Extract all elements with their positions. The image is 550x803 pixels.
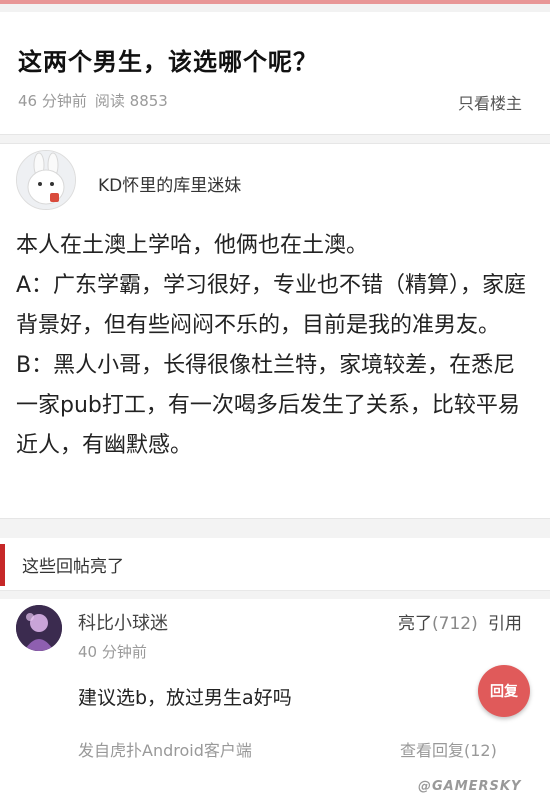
section-title: 这些回帖亮了 [22, 557, 124, 577]
view-replies-link[interactable]: 查看回复(12) [400, 737, 497, 761]
post-meta: 46 分钟前 阅读 8853 [18, 90, 168, 111]
bunny-avatar-icon[interactable] [16, 150, 76, 210]
post-paragraph: A：广东学霸，学习很好，专业也不错（精算），家庭背景好，但有些闷闷不乐的，目前是… [16, 273, 527, 338]
light-up-count: (712) [432, 614, 478, 634]
reply-source: 发自虎扑Android客户端 [78, 741, 252, 760]
section-accent-bar [0, 544, 5, 586]
only-op-button[interactable]: 只看楼主 [458, 90, 522, 114]
divider [0, 591, 550, 599]
post-paragraph: B：黑人小哥，长得很像杜兰特，家境较差，在悉尼一家pub打工，有一次喝多后发生了… [16, 353, 520, 458]
reply-username[interactable]: 科比小球迷 [78, 609, 168, 635]
post-title: 这两个男生，该选哪个呢？ [18, 48, 318, 76]
quote-button[interactable]: 引用 [488, 609, 522, 634]
top-accent-bar [0, 0, 550, 4]
reply-content: 建议选b，放过男生a好吗 [78, 687, 292, 709]
post-body: 本人在土澳上学哈，他俩也在土澳。 A：广东学霸，学习很好，专业也不错（精算），家… [16, 226, 534, 466]
light-up-button[interactable]: 亮了(712) [398, 609, 478, 634]
reply-time: 40 分钟前 [78, 643, 147, 661]
post-paragraph: 本人在土澳上学哈，他俩也在土澳。 [16, 233, 369, 258]
highlight-replies-header: 这些回帖亮了 [0, 538, 550, 591]
reply-item: 科比小球迷 40 分钟前 亮了(712) 引用 建议选b，放过男生a好吗 回复 … [0, 599, 550, 803]
op-username[interactable]: KD怀里的库里迷妹 [98, 171, 241, 196]
read-count: 8853 [129, 92, 168, 110]
read-label: 阅读 [94, 92, 125, 110]
divider [0, 518, 550, 539]
watermark: @GAMERSKY [418, 779, 522, 794]
top-strip [0, 0, 550, 12]
post-header: 这两个男生，该选哪个呢？ 46 分钟前 阅读 8853 只看楼主 [0, 12, 550, 134]
post-time: 46 分钟前 [18, 92, 87, 110]
avatar[interactable] [16, 605, 62, 651]
divider [0, 134, 550, 144]
light-up-label: 亮了 [398, 614, 432, 634]
reply-button[interactable]: 回复 [478, 665, 530, 717]
